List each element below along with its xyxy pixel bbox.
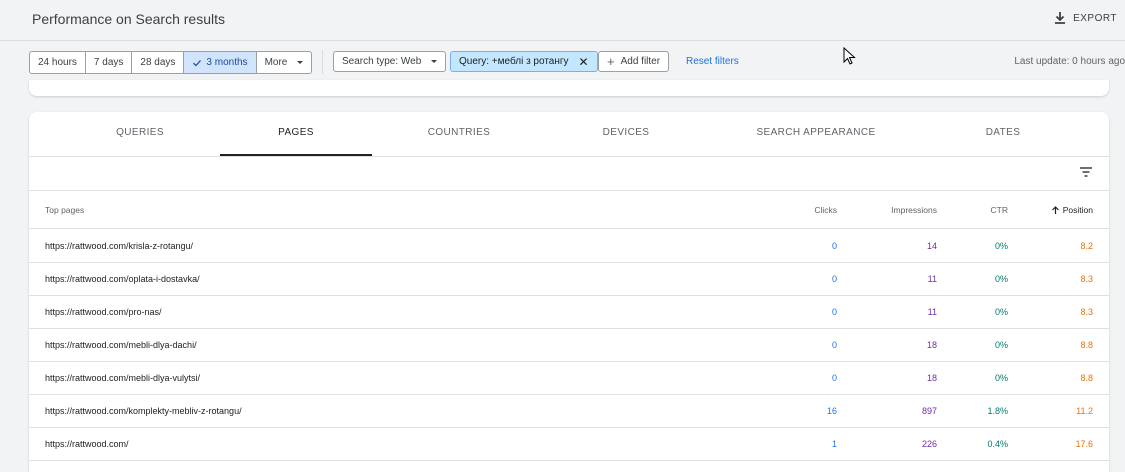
table-row[interactable]: https://rattwood.com/mebli-dlya-vulytsi/… [29, 361, 1109, 395]
table-header: Top pages Clicks Impressions CTR Positio… [29, 191, 1109, 229]
plus-icon: + [607, 54, 615, 69]
impressions-value: 18 [926, 373, 937, 383]
dimension-tabs: QUERIES PAGES COUNTRIES DEVICES SEARCH A… [29, 112, 1109, 157]
page-url: https://rattwood.com/pro-nas/ [45, 307, 162, 317]
position-value: 8.3 [1080, 307, 1093, 317]
col-header-ctr[interactable]: CTR [991, 205, 1008, 215]
add-filter-button[interactable]: + Add filter [598, 51, 670, 72]
query-filter-label: Query: +меблі з ротангу [459, 56, 569, 67]
col-header-top-pages: Top pages [45, 205, 85, 215]
col-header-position[interactable]: Position [1051, 205, 1093, 215]
date-range-selector: 24 hours 7 days 28 days 3 months More [29, 51, 313, 74]
tab-dates[interactable]: DATES [932, 112, 1074, 156]
impressions-value: 226 [921, 439, 937, 449]
position-value: 8.2 [1080, 241, 1093, 251]
reset-filters-link[interactable]: Reset filters [686, 56, 739, 67]
last-update-text: Last update: 0 hours ago [1014, 56, 1125, 67]
ctr-value: 0% [994, 340, 1008, 350]
clicks-value: 1 [831, 439, 837, 449]
page-url: https://rattwood.com/oplata-i-dostavka/ [45, 274, 200, 284]
page-url: https://rattwood.com/mebli-dlya-dachi/ [45, 340, 197, 350]
table-row[interactable]: https://rattwood.com/komplekty-mebliv-z-… [29, 394, 1109, 428]
ctr-value: 0% [994, 373, 1008, 383]
col-header-clicks[interactable]: Clicks [814, 205, 837, 215]
position-value: 8.8 [1080, 340, 1093, 350]
download-icon [1055, 12, 1066, 24]
ctr-value: 0% [994, 307, 1008, 317]
page-url: https://rattwood.com/krisla-z-rotangu/ [45, 241, 194, 251]
chart-card-bottom-edge [29, 80, 1109, 96]
date-range-more[interactable]: More [257, 52, 312, 73]
search-type-chip[interactable]: Search type: Web [333, 51, 447, 72]
page-header: Performance on Search results EXPORT [0, 0, 1125, 41]
impressions-value: 14 [926, 241, 937, 251]
divider [322, 50, 323, 74]
ctr-value: 0.4% [987, 439, 1008, 449]
query-filter-chip[interactable]: Query: +меблі з ротангу ✕ [450, 51, 598, 72]
tab-queries[interactable]: QUERIES [69, 112, 211, 156]
search-type-label: Search type: Web [342, 56, 422, 67]
table-filter-row [29, 156, 1109, 191]
table-row[interactable]: https://rattwood.com/mebli-dlya-dachi/0 1… [29, 328, 1109, 362]
add-filter-label: Add filter [620, 56, 661, 67]
date-range-7-days[interactable]: 7 days [86, 52, 133, 73]
tab-search-appearance[interactable]: SEARCH APPEARANCE [741, 112, 891, 156]
check-icon [193, 59, 202, 66]
date-range-3-months[interactable]: 3 months [184, 52, 257, 73]
table-row[interactable]: https://rattwood.com/1 226 0.4% 17.6 [29, 427, 1109, 461]
date-range-3-months-label: 3 months [206, 57, 248, 68]
table-row[interactable]: https://rattwood.com/oplata-i-dostavka/0… [29, 262, 1109, 296]
page-url: https://rattwood.com/komplekty-mebliv-z-… [45, 406, 242, 416]
close-icon[interactable]: ✕ [579, 55, 589, 69]
page-url: https://rattwood.com/ [45, 439, 129, 449]
filter-bar: 24 hours 7 days 28 days 3 months More Se… [0, 40, 1125, 84]
clicks-value: 0 [831, 274, 837, 284]
position-value: 11.2 [1076, 406, 1093, 416]
impressions-value: 18 [926, 340, 937, 350]
ctr-value: 1.8% [987, 406, 1008, 416]
col-header-impressions[interactable]: Impressions [891, 205, 937, 215]
date-range-24-hours[interactable]: 24 hours [30, 52, 86, 73]
table-row[interactable]: https://rattwood.com/pro-nas/0 11 0% 8.3 [29, 295, 1109, 329]
tab-devices[interactable]: DEVICES [555, 112, 697, 156]
tab-pages[interactable]: PAGES [220, 112, 372, 156]
caret-down-icon [297, 61, 304, 64]
impressions-value: 11 [927, 274, 937, 284]
caret-down-icon [431, 60, 438, 63]
page-url: https://rattwood.com/mebli-dlya-vulytsi/ [45, 373, 201, 383]
clicks-value: 0 [831, 307, 837, 317]
ctr-value: 0% [994, 241, 1008, 251]
position-value: 8.3 [1080, 274, 1093, 284]
position-value: 17.6 [1075, 439, 1093, 449]
ctr-value: 0% [994, 274, 1008, 284]
col-header-position-label: Position [1062, 205, 1093, 215]
clicks-value: 0 [831, 373, 837, 383]
impressions-value: 897 [921, 406, 937, 416]
clicks-value: 16 [826, 406, 837, 416]
arrow-up-icon [1051, 205, 1059, 214]
clicks-value: 0 [831, 340, 837, 350]
clicks-value: 0 [831, 241, 837, 251]
filter-icon[interactable] [1079, 166, 1093, 178]
impressions-value: 11 [927, 307, 937, 317]
export-label: EXPORT [1073, 12, 1117, 24]
tab-countries[interactable]: COUNTRIES [388, 112, 530, 156]
date-range-28-days[interactable]: 28 days [132, 52, 185, 73]
table-row[interactable]: https://rattwood.com/krisla-z-rotangu/0 1… [29, 229, 1109, 263]
position-value: 8.8 [1080, 373, 1093, 383]
page-title: Performance on Search results [32, 11, 225, 27]
export-button[interactable]: EXPORT [1053, 11, 1117, 25]
date-range-more-label: More [264, 57, 288, 68]
data-table-card: QUERIES PAGES COUNTRIES DEVICES SEARCH A… [29, 112, 1109, 472]
